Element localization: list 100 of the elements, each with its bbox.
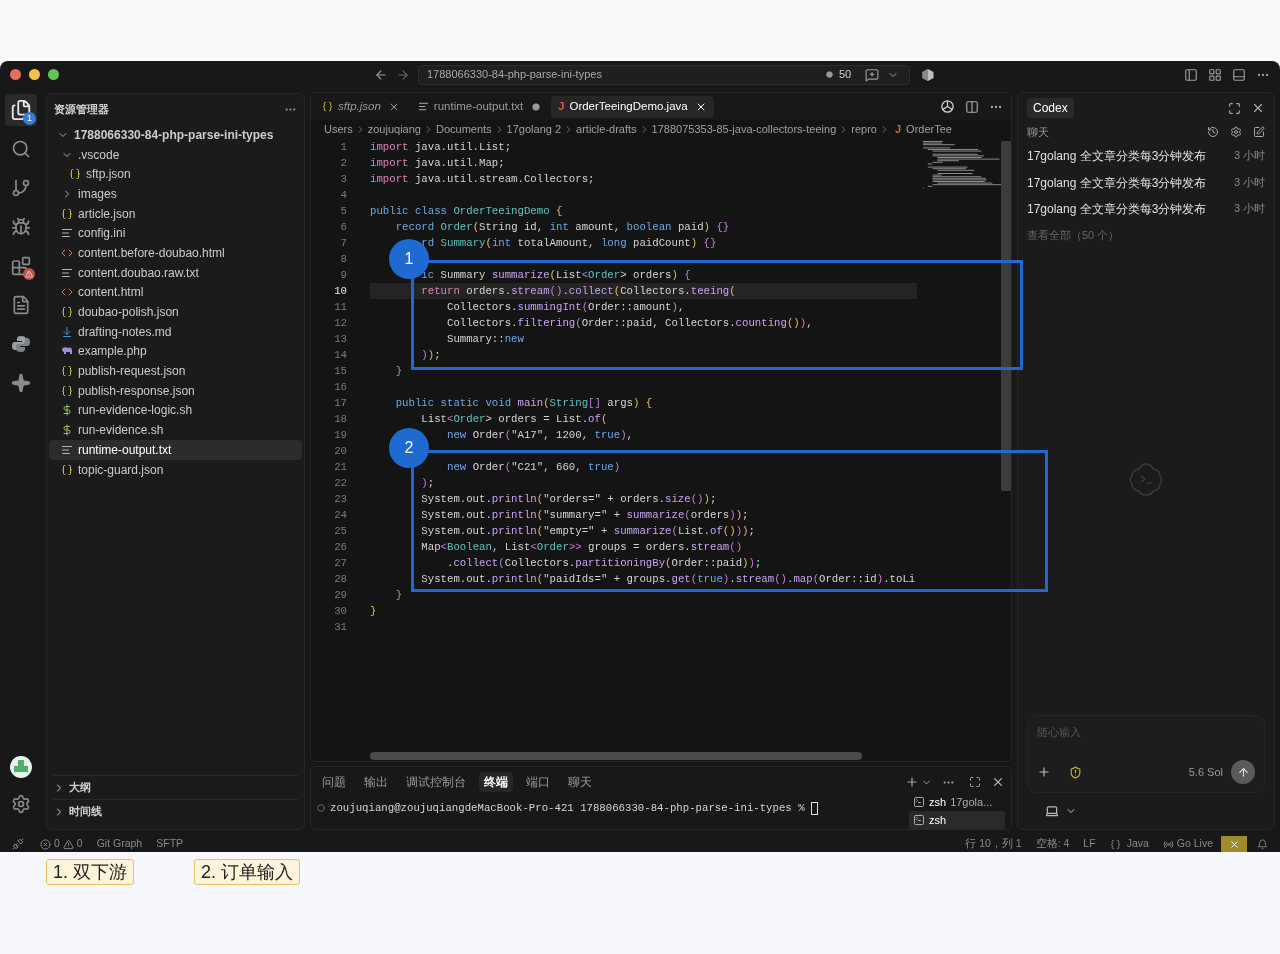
line-number: 28: [334, 572, 347, 587]
line-ending[interactable]: LF: [1083, 836, 1096, 852]
close-window-button[interactable]: [10, 69, 21, 80]
file-row[interactable]: sftp.json: [49, 164, 302, 185]
breadcrumb-item[interactable]: article-drafts: [576, 121, 637, 138]
file-row[interactable]: publish-request.json: [49, 361, 302, 381]
file-row[interactable]: runtime-output.txt: [49, 440, 302, 460]
minimize-window-button[interactable]: [29, 69, 40, 80]
unsaved-dot-icon[interactable]: [532, 102, 541, 111]
maximize-icon[interactable]: [1228, 101, 1241, 115]
breadcrumb-item[interactable]: Users: [324, 121, 353, 138]
laptop-icon[interactable]: [1045, 804, 1059, 818]
cube-icon[interactable]: [921, 67, 936, 82]
layout-icon[interactable]: [1208, 67, 1222, 82]
file-row[interactable]: article.json: [49, 203, 302, 224]
sidebar-toggle-icon[interactable]: [1184, 67, 1198, 82]
braces-icon: [61, 306, 73, 319]
panel-tab[interactable]: 聊天: [563, 772, 597, 792]
codex-tab[interactable]: Codex: [1027, 98, 1074, 118]
highlight-toggle-button[interactable]: [1221, 836, 1247, 852]
warning-count[interactable]: 0: [76, 836, 83, 852]
breadcrumb-item[interactable]: repro: [851, 121, 877, 138]
settings-icon[interactable]: [1230, 126, 1242, 138]
cross-icon: [1228, 838, 1240, 850]
back-icon[interactable]: [374, 67, 388, 82]
file-row[interactable]: run-evidence-logic.sh: [49, 400, 302, 421]
breadcrumb-item[interactable]: Documents: [435, 121, 492, 138]
error-icon[interactable]: [40, 838, 51, 850]
knot-logo-icon[interactable]: [940, 99, 955, 114]
remote-icon[interactable]: [12, 838, 24, 850]
panel-tab[interactable]: 输出: [359, 772, 393, 792]
dollar-icon: [61, 424, 73, 437]
editor-tab[interactable]: runtime-output.txt: [410, 95, 548, 118]
file-row[interactable]: run-evidence.sh: [49, 420, 302, 440]
go-live-button[interactable]: Go Live: [1176, 836, 1213, 852]
warning-icon[interactable]: [62, 838, 74, 850]
breadcrumb-item[interactable]: OrderTee: [906, 121, 952, 138]
status-item[interactable]: SFTP: [156, 836, 184, 852]
panel-tab[interactable]: 问题: [317, 772, 351, 792]
bell-icon[interactable]: [1257, 838, 1268, 850]
horizontal-scrollbar[interactable]: [370, 752, 862, 760]
file-row[interactable]: doubao-polish.json: [49, 302, 302, 322]
forward-icon[interactable]: [396, 67, 410, 82]
chat-icon[interactable]: [865, 67, 880, 82]
plus-icon[interactable]: [1037, 765, 1051, 779]
maximize-icon[interactable]: [969, 776, 981, 788]
file-row[interactable]: content.doubao.raw.txt: [49, 262, 302, 283]
folder-row[interactable]: 1788066330-84-php-parse-ini-types: [49, 125, 302, 145]
vertical-scrollbar[interactable]: [1001, 141, 1011, 491]
braces-icon: [61, 365, 73, 378]
file-row[interactable]: publish-response.json: [49, 380, 302, 401]
file-row[interactable]: config.ini: [49, 223, 302, 244]
braces-icon[interactable]: [1109, 838, 1121, 850]
panel-toggle-icon[interactable]: [1232, 67, 1246, 82]
thread-item[interactable]: 17golang 全文章分类每3分钟发布 3 小时: [1027, 169, 1265, 196]
section-header[interactable]: 时间线: [53, 799, 298, 823]
activity-item[interactable]: 1: [5, 94, 37, 126]
code-line: }: [370, 605, 377, 617]
breadcrumb-item[interactable]: 1788075353-85-java-collectors-teeing: [651, 121, 837, 138]
maximize-window-button[interactable]: [48, 69, 59, 80]
error-count[interactable]: 0: [54, 836, 60, 852]
broadcast-icon[interactable]: [1162, 838, 1174, 850]
plus-icon[interactable]: [905, 775, 919, 789]
thread-item[interactable]: 17golang 全文章分类每3分钟发布 3 小时: [1027, 196, 1265, 223]
lines-icon: [61, 227, 73, 240]
folder-row[interactable]: images: [49, 184, 302, 204]
send-button[interactable]: [1231, 760, 1255, 784]
close-icon[interactable]: [991, 775, 1005, 789]
panel-tab[interactable]: 端口: [521, 772, 555, 792]
thread-item[interactable]: 17golang 全文章分类每3分钟发布 3 小时: [1027, 143, 1265, 170]
split-editor-icon[interactable]: [965, 99, 979, 114]
breadcrumb-item[interactable]: zoujuqiang: [367, 121, 421, 138]
file-row[interactable]: content.html: [49, 282, 302, 303]
terminal-session[interactable]: zsh 17gola...: [909, 793, 1005, 811]
file-row[interactable]: example.php: [49, 341, 302, 362]
settings-icon[interactable]: [11, 794, 31, 814]
terminal-session[interactable]: zsh: [909, 811, 1005, 829]
panel-tab[interactable]: 调试控制台: [401, 772, 471, 792]
model-label[interactable]: 5.6 Sol: [1188, 763, 1223, 781]
line-number: 12: [334, 316, 347, 331]
line-number: 19: [334, 428, 347, 443]
avatar-icon[interactable]: [10, 756, 32, 778]
folder-row[interactable]: .vscode: [49, 144, 302, 165]
indent-setting[interactable]: 空格: 4: [1035, 836, 1070, 852]
editor-tab[interactable]: J OrderTeeingDemo.java: [551, 95, 714, 118]
language-mode[interactable]: Java: [1126, 836, 1149, 852]
status-item[interactable]: Git Graph: [96, 836, 143, 852]
file-row[interactable]: drafting-notes.md: [49, 321, 302, 342]
snake-logo-icon[interactable]: [11, 334, 31, 354]
edit-icon[interactable]: [1253, 126, 1265, 138]
section-header[interactable]: 大纲: [53, 775, 298, 799]
panel-tab[interactable]: 终端: [479, 772, 513, 792]
editor-tab[interactable]: sftp.json: [315, 95, 407, 118]
close-icon[interactable]: [1251, 101, 1265, 115]
shield-icon[interactable]: [1069, 765, 1082, 779]
breadcrumb-item[interactable]: 17golang 2: [506, 121, 562, 138]
file-row[interactable]: content.before-doubao.html: [49, 243, 302, 263]
file-row[interactable]: topic-guard.json: [49, 459, 302, 480]
history-icon[interactable]: [1207, 126, 1219, 138]
cursor-position[interactable]: 行 10，列 1: [965, 836, 1022, 852]
